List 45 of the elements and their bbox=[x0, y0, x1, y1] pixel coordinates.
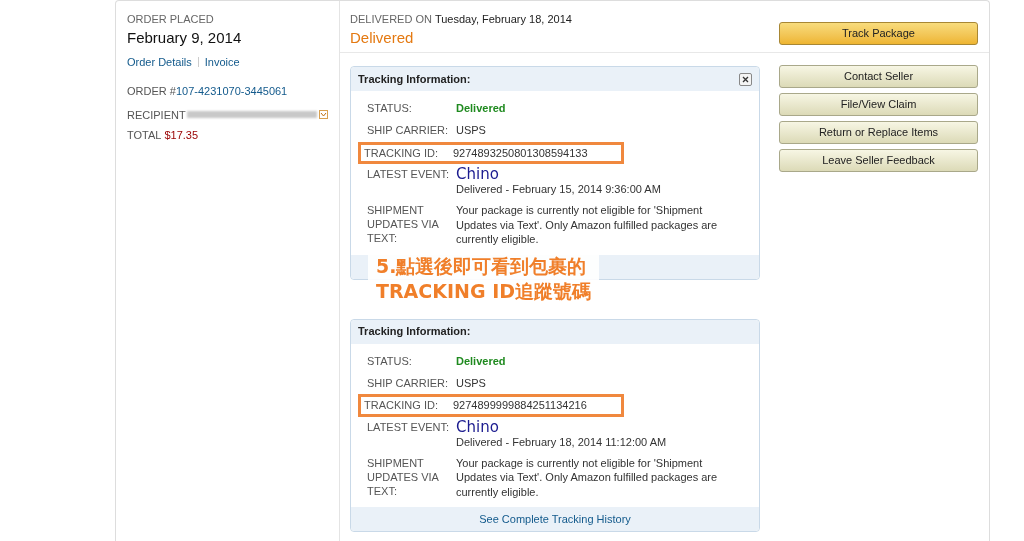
field-label: LATEST EVENT: bbox=[367, 167, 451, 182]
action-button[interactable]: File/View Claim bbox=[779, 93, 978, 116]
dropdown-icon[interactable] bbox=[318, 110, 328, 120]
close-icon[interactable] bbox=[739, 72, 752, 86]
order-placed-label: ORDER PLACED bbox=[127, 12, 215, 27]
field-label: STATUS: bbox=[367, 101, 413, 115]
event-value: Delivered - February 18, 2014 11:12:00 AM bbox=[456, 434, 667, 449]
status-value: Delivered bbox=[456, 101, 506, 115]
total-label: TOTAL bbox=[127, 128, 162, 143]
field-label: LATEST EVENT: bbox=[367, 419, 451, 435]
recipient-label: RECIPIENT bbox=[127, 107, 186, 123]
order-number-label: ORDER # bbox=[127, 84, 176, 99]
action-button[interactable]: Leave Seller Feedback bbox=[779, 149, 978, 172]
order-link[interactable]: Invoice bbox=[204, 53, 240, 70]
order-link[interactable]: Order Details bbox=[127, 53, 192, 70]
field-value: USPS bbox=[456, 375, 486, 390]
field-value: Your package is currently not eligible for 'Shipment Updates via Text'. Only Amazon fulfilled packages are currently eligible. bbox=[456, 455, 719, 499]
field-value: 9274899999884251134216 bbox=[453, 398, 587, 413]
event-value: Delivered - February 15, 2014 9:36:00 AM bbox=[456, 182, 661, 196]
action-button[interactable]: Contact Seller bbox=[779, 65, 978, 88]
field-value: 9274893250801308594133 bbox=[453, 145, 588, 160]
annotation-text: Chino bbox=[456, 167, 499, 182]
track-package-button[interactable]: Track Package bbox=[779, 21, 978, 45]
order-number-link[interactable]: 107-4231070-3445061 bbox=[175, 83, 288, 100]
field-value: USPS bbox=[456, 123, 486, 138]
annotation-text: Chino bbox=[456, 419, 499, 435]
field-label: TRACKING ID: bbox=[364, 398, 439, 413]
field-label: SHIPMENT UPDATES VIA TEXT: bbox=[367, 455, 440, 499]
field-label: TRACKING ID: bbox=[364, 145, 439, 160]
field-label: SHIP CARRIER: bbox=[367, 375, 450, 390]
field-value: Your package is currently not eligible for 'Shipment Updates via Text'. Only Amazon fulfilled packages are currently eligible. bbox=[456, 203, 719, 247]
panel-title: Tracking Information: bbox=[358, 71, 471, 87]
delivery-status: Delivered bbox=[350, 27, 415, 48]
field-label: SHIP CARRIER: bbox=[367, 123, 450, 138]
delivered-on-label: DELIVERED ON bbox=[350, 12, 432, 27]
status-value: Delivered bbox=[456, 353, 506, 368]
panel-title: Tracking Information: bbox=[358, 324, 471, 340]
callout-text: 5.點選後即可看到包裹的 bbox=[376, 254, 588, 279]
delivery-date: Tuesday, February 18, 2014 bbox=[434, 12, 572, 27]
field-label: SHIPMENT UPDATES VIA TEXT: bbox=[367, 203, 440, 246]
field-label: STATUS: bbox=[367, 353, 413, 368]
callout-text: TRACKING ID追蹤號碼 bbox=[376, 279, 591, 304]
total-amount: $17.35 bbox=[164, 128, 199, 143]
order-date: February 9, 2014 bbox=[127, 27, 243, 48]
action-button[interactable]: Return or Replace Items bbox=[779, 121, 978, 144]
